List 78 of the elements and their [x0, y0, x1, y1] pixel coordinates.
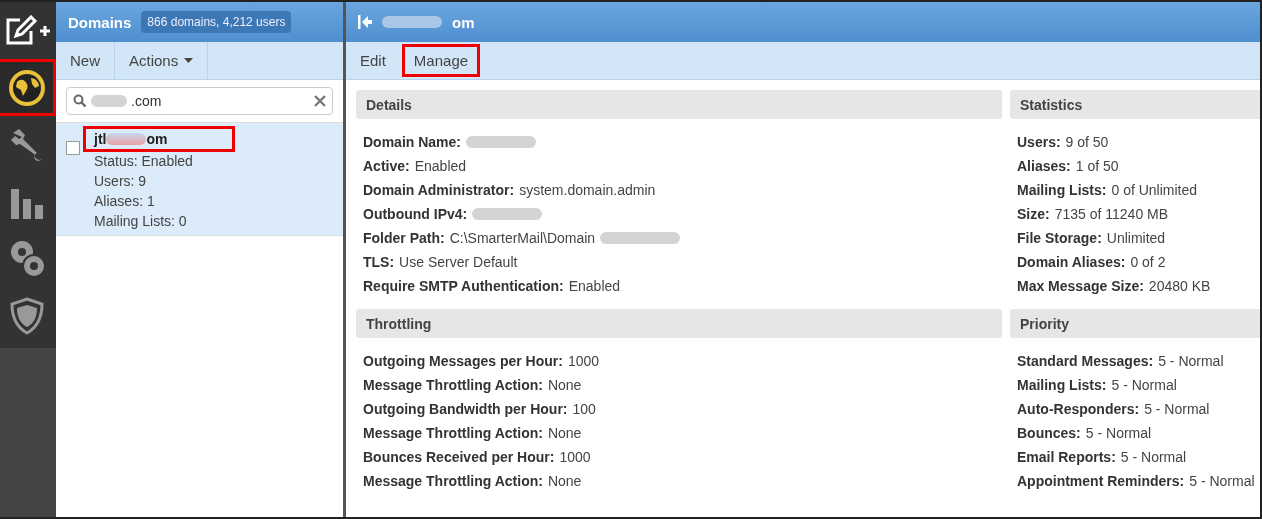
domain-detail-text: Users: 9: [93, 173, 148, 189]
section-header: Details: [356, 90, 1002, 119]
property-value: 100: [572, 401, 596, 417]
checkbox[interactable]: [66, 141, 80, 155]
section-header: Throttling: [356, 309, 1002, 338]
panel-title: Domains: [68, 13, 132, 31]
domain-name-start: jtl: [94, 131, 107, 147]
property-value: None: [547, 377, 582, 393]
nav-button[interactable]: [0, 59, 56, 116]
search-icon: [73, 94, 87, 108]
property-label: Size:: [1017, 206, 1050, 222]
property-label: Max Message Size:: [1017, 278, 1144, 294]
domain-list-item[interactable]: jtl om Status: Enabled Users: 9 Aliases: 1 Mailing Lists: 0: [56, 123, 343, 236]
domain-detail-text: Mailing Lists: 0: [93, 213, 188, 229]
property-label: Outgoing Bandwidth per Hour:: [363, 401, 568, 417]
property-label: Bounces:: [1017, 425, 1081, 441]
property-value: None: [547, 425, 582, 441]
section-header: Priority: [1010, 309, 1260, 338]
property-label: Message Throttling Action:: [363, 377, 543, 393]
new-button[interactable]: New: [56, 42, 115, 79]
property-value: 5 - Normal: [1120, 449, 1187, 465]
property-label: Message Throttling Action:: [363, 425, 543, 441]
property-label: Outbound IPv4:: [363, 206, 468, 222]
property-label: TLS:: [363, 254, 395, 270]
property-label: Aliases:: [1017, 158, 1071, 174]
shield-icon: [9, 296, 44, 335]
property-label: Outgoing Messages per Hour:: [363, 353, 563, 369]
property-value: 5 - Normal: [1189, 473, 1255, 489]
collapse-arrow-icon[interactable]: [358, 15, 372, 29]
search-field[interactable]: .com: [66, 87, 333, 115]
search-value: .com: [131, 93, 163, 109]
property-label: Standard Messages:: [1017, 353, 1154, 369]
property-value: system.domain.admin: [519, 182, 656, 198]
domain-detail-text: Aliases: 1: [93, 193, 156, 209]
property-label: Mailing Lists:: [1017, 377, 1107, 393]
count-badge: 866 domains, 4,212 users: [141, 11, 292, 33]
property-label: Active:: [363, 158, 410, 174]
property-value: C:\SmarterMail\Domain: [449, 230, 596, 246]
property-value: 1000: [567, 353, 600, 369]
property-value: 9 of 50: [1065, 134, 1109, 150]
property-value: 5 - Normal: [1144, 401, 1210, 417]
property-value: 7135 of 11240 MB: [1054, 206, 1169, 222]
close-icon[interactable]: [314, 95, 326, 107]
property-value: 1 of 50: [1075, 158, 1119, 174]
property-value: Use Server Default: [399, 254, 518, 270]
caret-icon: [184, 58, 194, 63]
property-value: 5 - Normal: [1085, 425, 1152, 441]
property-value: 5 - Normal: [1111, 377, 1177, 393]
property-label: Auto-Responders:: [1017, 401, 1140, 417]
property-value: 0 of 2: [1130, 254, 1166, 270]
section-header: Statistics: [1010, 90, 1260, 119]
property-value: 1000: [559, 449, 591, 465]
tab[interactable]: Manage: [399, 42, 483, 79]
property-value: 0 of Unlimited: [1111, 182, 1198, 198]
property-label: Folder Path:: [363, 230, 445, 246]
property-value: 5 - Normal: [1158, 353, 1224, 369]
property-label: Email Reports:: [1017, 449, 1116, 465]
domain-detail-text: Status: Enabled: [93, 153, 194, 169]
actions-dropdown[interactable]: Actions: [115, 42, 209, 79]
domain-name-end: om: [146, 131, 168, 147]
property-label: Message Throttling Action:: [363, 473, 543, 489]
property-value: Enabled: [568, 278, 621, 294]
property-value: Unlimited: [1106, 230, 1166, 246]
property-label: Domain Name:: [363, 134, 462, 150]
property-value: None: [547, 473, 582, 489]
property-value: 20480 KB: [1148, 278, 1211, 294]
globe-icon: [6, 67, 47, 108]
property-label: Domain Administrator:: [363, 182, 515, 198]
property-label: Bounces Received per Hour:: [363, 449, 555, 465]
property-label: Mailing Lists:: [1017, 182, 1107, 198]
property-label: File Storage:: [1017, 230, 1102, 246]
property-label: Require SMTP Authentication:: [363, 278, 564, 294]
property-label: Users:: [1017, 134, 1061, 150]
panel-title: om: [452, 13, 475, 31]
property-value: Enabled: [414, 158, 467, 174]
tab[interactable]: Edit: [346, 42, 400, 79]
property-label: Appointment Reminders:: [1017, 473, 1185, 489]
property-label: Domain Aliases:: [1017, 254, 1126, 270]
